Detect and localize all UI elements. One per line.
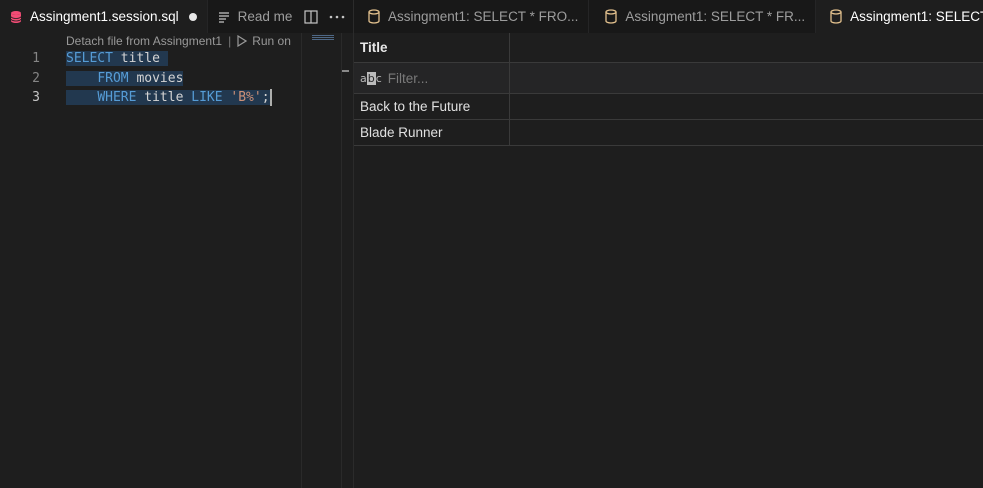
table-row[interactable]: Back to the Future xyxy=(354,94,983,120)
database-icon xyxy=(603,9,619,25)
row-filler xyxy=(510,94,983,119)
code-editor[interactable]: SELECT title FROM movies WHERE title LIK… xyxy=(66,49,301,108)
play-icon xyxy=(237,35,248,47)
tab-result-1[interactable]: Assingment1: SELECT * FRO... xyxy=(354,0,590,33)
results-pane: Assingment1: SELECT * FRO... Assingment1… xyxy=(353,0,983,488)
detach-file-link[interactable]: Detach file from Assingment1 xyxy=(66,34,222,48)
code-line[interactable]: FROM movies xyxy=(66,69,301,89)
tab-result-3[interactable]: Assingment1: SELECT xyxy=(816,0,983,33)
line-number: 3 xyxy=(32,90,40,105)
code-line[interactable]: SELECT title xyxy=(66,49,301,69)
run-on-label: Run on xyxy=(252,34,291,48)
results-tab-bar: Assingment1: SELECT * FRO... Assingment1… xyxy=(354,0,983,33)
identifier: title xyxy=(120,51,160,66)
identifier: title xyxy=(144,90,184,105)
codelens-bar: Detach file from Assingment1 | Run on xyxy=(66,33,301,49)
keyword-from: FROM xyxy=(97,70,129,86)
editor-pane: Assingment1.session.sql Read me Detach f… xyxy=(0,0,354,488)
preview-icon xyxy=(216,9,232,25)
split-editor-icon[interactable] xyxy=(300,6,322,28)
line-number-gutter: 1 2 3 xyxy=(0,49,46,108)
text-cursor xyxy=(269,89,272,106)
string-literal: 'B%' xyxy=(230,90,262,105)
keyword-like: LIKE xyxy=(191,90,223,105)
editor-tab-bar: Assingment1.session.sql Read me xyxy=(0,0,353,33)
table-cell[interactable]: Blade Runner xyxy=(354,120,510,145)
tab-label: Read me xyxy=(237,9,293,24)
scrollbar-cursor-marker xyxy=(342,70,349,72)
identifier: movies xyxy=(136,70,184,86)
database-icon xyxy=(828,9,844,25)
header-filler xyxy=(510,33,983,62)
row-filler xyxy=(510,120,983,145)
tab-result-2[interactable]: Assingment1: SELECT * FR... xyxy=(589,0,817,33)
tab-label: Assingment1.session.sql xyxy=(30,9,179,24)
unsaved-dot-icon[interactable] xyxy=(188,12,197,21)
filter-input[interactable] xyxy=(387,70,498,86)
column-header-title[interactable]: Title xyxy=(354,33,510,62)
line-number: 2 xyxy=(32,70,40,86)
tab-label: Assingment1: SELECT * FRO... xyxy=(388,9,579,24)
text-filter-icon: abc xyxy=(360,71,382,85)
tab-label: Assingment1: SELECT * FR... xyxy=(625,9,806,24)
more-actions-icon[interactable] xyxy=(326,6,348,28)
tab-read-me[interactable]: Read me xyxy=(208,0,297,33)
codelens-separator: | xyxy=(228,34,232,48)
tab-session-sql[interactable]: Assingment1.session.sql xyxy=(0,0,208,33)
filter-cell: abc xyxy=(354,63,510,93)
database-icon xyxy=(366,9,382,25)
keyword-select: SELECT xyxy=(66,51,113,66)
filter-row: abc xyxy=(354,63,983,94)
table-row[interactable]: Blade Runner xyxy=(354,120,983,146)
filter-filler xyxy=(510,63,983,93)
tab-label: Assingment1: SELECT xyxy=(850,9,983,24)
minimap-content xyxy=(312,35,334,41)
line-number: 1 xyxy=(32,51,40,66)
column-header-row: Title xyxy=(354,33,983,63)
semicolon: ; xyxy=(261,90,270,105)
database-icon xyxy=(8,9,24,25)
run-on-link[interactable]: Run on xyxy=(237,34,291,48)
table-cell[interactable]: Back to the Future xyxy=(354,94,510,119)
minimap[interactable] xyxy=(301,33,342,488)
results-grid: Title abc Back to the Future Blade Runne… xyxy=(354,33,983,146)
keyword-where: WHERE xyxy=(97,90,137,105)
code-line[interactable]: WHERE title LIKE 'B%'; xyxy=(66,88,301,108)
